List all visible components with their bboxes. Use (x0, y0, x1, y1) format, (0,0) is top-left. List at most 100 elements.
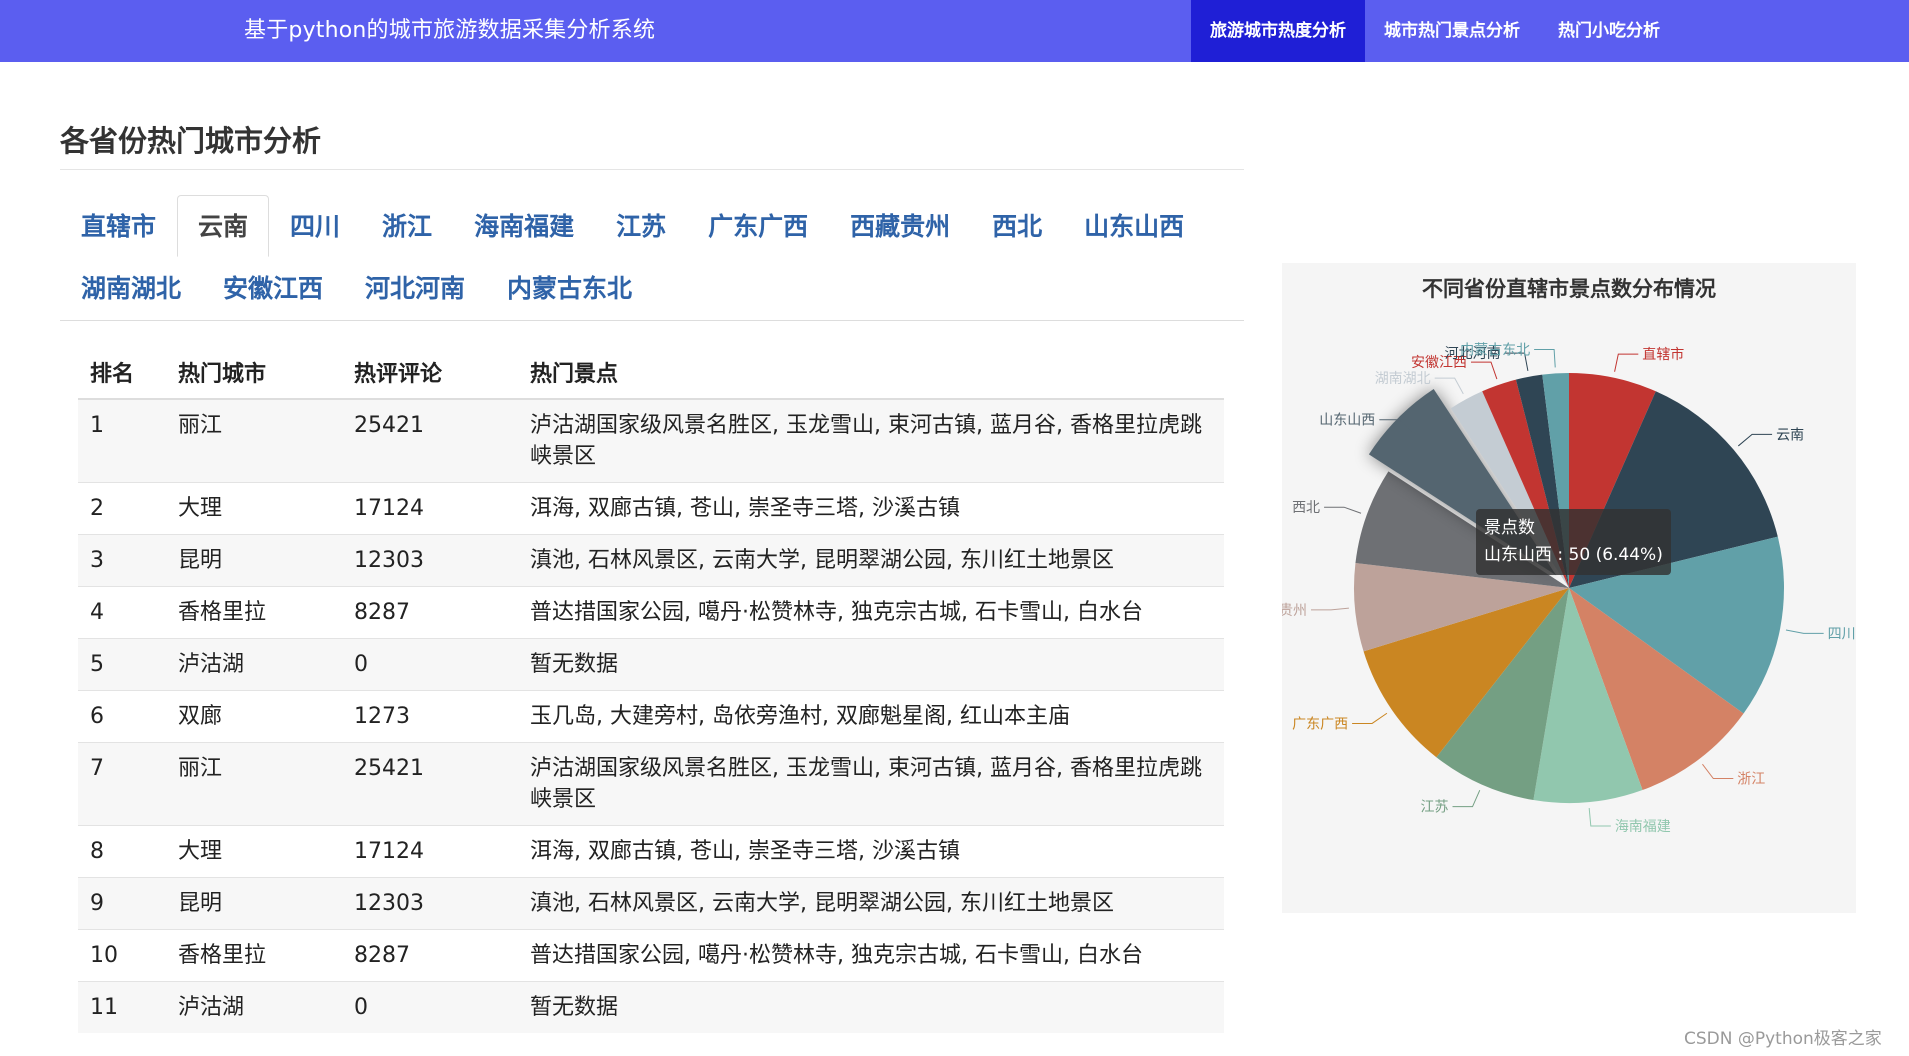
pie-label-line (1471, 361, 1498, 380)
tabs-divider (60, 320, 1244, 321)
cell-attractions: 暂无数据 (518, 638, 1224, 691)
table-row: 3 昆明 12303 滇池, 石林风景区, 云南大学, 昆明翠湖公园, 东川红土地景区 (78, 534, 1224, 587)
cell-comments: 12303 (342, 877, 518, 930)
cell-comments: 17124 (342, 482, 518, 535)
tab-shandong-shanxi[interactable]: 山东山西 (1063, 195, 1205, 257)
header-city: 热门城市 (166, 346, 342, 400)
cell-comments: 17124 (342, 825, 518, 878)
province-tabs: 直辖市 云南 四川 浙江 海南福建 江苏 广东广西 西藏贵州 西北 山东山西 湖… (60, 195, 1244, 319)
pie-label-line (1434, 377, 1464, 395)
tab-municipality[interactable]: 直辖市 (60, 195, 177, 257)
table-row: 1 丽江 25421 泸沽湖国家级风景名胜区, 玉龙雪山, 束河古镇, 蓝月谷, 香格… (78, 398, 1224, 483)
cell-attractions: 洱海, 双廊古镇, 苍山, 崇圣寺三塔, 沙溪古镇 (518, 825, 1224, 878)
table-row: 6 双廊 1273 玉几岛, 大建旁村, 岛依旁渔村, 双廊魁星阁, 红山本主庙 (78, 690, 1224, 743)
tab-neimenggu-dongbei[interactable]: 内蒙古东北 (486, 257, 653, 319)
top-navbar: 基于python的城市旅游数据采集分析系统 旅游城市热度分析 城市热门景点分析 … (0, 0, 1909, 62)
cell-attractions: 暂无数据 (518, 981, 1224, 1033)
cell-rank: 4 (78, 586, 166, 639)
pie-label-line (1352, 712, 1388, 724)
pie-label: 湖南湖北 (1375, 371, 1431, 387)
page-title: 各省份热门城市分析 (60, 124, 322, 158)
table-body: 1 丽江 25421 泸沽湖国家级风景名胜区, 玉龙雪山, 束河古镇, 蓝月谷, 香格… (78, 398, 1224, 1033)
cell-city: 丽江 (166, 742, 342, 826)
pie-label: 四川 (1828, 626, 1856, 642)
cell-city: 大理 (166, 825, 342, 878)
tab-zhejiang[interactable]: 浙江 (361, 195, 453, 257)
pie-label: 内蒙古东北 (1460, 342, 1530, 358)
cell-attractions: 泸沽湖国家级风景名胜区, 玉龙雪山, 束河古镇, 蓝月谷, 香格里拉虎跳峡景区 (518, 742, 1224, 826)
tooltip-text: 山东山西 : 50 (6.44%) (1484, 545, 1663, 565)
nav-link-snacks[interactable]: 热门小吃分析 (1539, 0, 1679, 62)
title-divider (60, 169, 1244, 170)
nav-links: 旅游城市热度分析 城市热门景点分析 热门小吃分析 (1191, 0, 1679, 62)
cell-attractions: 泸沽湖国家级风景名胜区, 玉龙雪山, 束河古镇, 蓝月谷, 香格里拉虎跳峡景区 (518, 398, 1224, 483)
pie-label: 西藏贵州 (1282, 603, 1307, 619)
cell-comments: 25421 (342, 398, 518, 483)
pie-label-line (1614, 353, 1639, 372)
pie-label-line (1737, 433, 1773, 447)
cell-rank: 7 (78, 742, 166, 826)
cell-rank: 5 (78, 638, 166, 691)
cell-attractions: 玉几岛, 大建旁村, 岛依旁渔村, 双廊魁星阁, 红山本主庙 (518, 690, 1224, 743)
cell-rank: 8 (78, 825, 166, 878)
tab-sichuan[interactable]: 四川 (269, 195, 361, 257)
cell-city: 昆明 (166, 877, 342, 930)
tab-jiangsu[interactable]: 江苏 (595, 195, 687, 257)
tab-northwest[interactable]: 西北 (971, 195, 1063, 257)
tab-hunan-hubei[interactable]: 湖南湖北 (60, 257, 202, 319)
table-row: 2 大理 17124 洱海, 双廊古镇, 苍山, 崇圣寺三塔, 沙溪古镇 (78, 482, 1224, 535)
table-header-row: 排名 热门城市 热评评论 热门景点 (78, 346, 1224, 400)
pie-label-line (1534, 348, 1556, 368)
cell-rank: 9 (78, 877, 166, 930)
hot-cities-table: 排名 热门城市 热评评论 热门景点 1 丽江 25421 泸沽湖国家级风景名胜区, 玉… (78, 346, 1224, 1033)
tab-anhui-jiangxi[interactable]: 安徽江西 (202, 257, 344, 319)
pie-label: 广东广西 (1292, 716, 1348, 732)
pie-label-line (1785, 629, 1824, 634)
cell-rank: 11 (78, 981, 166, 1033)
tab-tibet-guizhou[interactable]: 西藏贵州 (829, 195, 971, 257)
cell-attractions: 普达措国家公园, 噶丹·松赞林寺, 独克宗古城, 石卡雪山, 白水台 (518, 586, 1224, 639)
cell-comments: 8287 (342, 586, 518, 639)
pie-label-line (1324, 506, 1362, 514)
cell-comments: 25421 (342, 742, 518, 826)
cell-comments: 0 (342, 638, 518, 691)
cell-attractions: 普达措国家公园, 噶丹·松赞林寺, 独克宗古城, 石卡雪山, 白水台 (518, 929, 1224, 982)
pie-label: 西北 (1292, 500, 1320, 516)
cell-rank: 1 (78, 398, 166, 483)
cell-city: 双廊 (166, 690, 342, 743)
cell-rank: 3 (78, 534, 166, 587)
chart-title: 不同省份直辖市景点数分布情况 (1422, 277, 1716, 301)
table-row: 7 丽江 25421 泸沽湖国家级风景名胜区, 玉龙雪山, 束河古镇, 蓝月谷, 香格… (78, 742, 1224, 826)
cell-city: 香格里拉 (166, 929, 342, 982)
header-rank: 排名 (78, 346, 166, 400)
cell-comments: 0 (342, 981, 518, 1033)
table-row: 9 昆明 12303 滇池, 石林风景区, 云南大学, 昆明翠湖公园, 东川红土地景区 (78, 877, 1224, 930)
table-row: 10 香格里拉 8287 普达措国家公园, 噶丹·松赞林寺, 独克宗古城, 石卡雪山,… (78, 929, 1224, 982)
table-row: 8 大理 17124 洱海, 双廊古镇, 苍山, 崇圣寺三塔, 沙溪古镇 (78, 825, 1224, 878)
app-brand[interactable]: 基于python的城市旅游数据采集分析系统 (244, 0, 655, 62)
cell-city: 香格里拉 (166, 586, 342, 639)
pie-label-line (1702, 763, 1734, 780)
tab-hebei-henan[interactable]: 河北河南 (344, 257, 486, 319)
tab-guangdong-guangxi[interactable]: 广东广西 (687, 195, 829, 257)
pie-label-line (1310, 607, 1349, 611)
pie-label: 直辖市 (1642, 346, 1684, 363)
pie-label: 江苏 (1421, 800, 1449, 816)
tab-hainan-fujian[interactable]: 海南福建 (453, 195, 595, 257)
cell-comments: 12303 (342, 534, 518, 587)
cell-city: 泸沽湖 (166, 638, 342, 691)
cell-attractions: 滇池, 石林风景区, 云南大学, 昆明翠湖公园, 东川红土地景区 (518, 877, 1224, 930)
nav-link-city-heat[interactable]: 旅游城市热度分析 (1191, 0, 1365, 62)
pie-label-line (1452, 789, 1481, 808)
cell-city: 泸沽湖 (166, 981, 342, 1033)
cell-city: 丽江 (166, 398, 342, 483)
cell-rank: 10 (78, 929, 166, 982)
nav-link-hot-attractions[interactable]: 城市热门景点分析 (1365, 0, 1539, 62)
watermark: CSDN @Python极客之家 (1684, 1029, 1882, 1049)
tab-yunnan[interactable]: 云南 (177, 195, 270, 257)
cell-comments: 8287 (342, 929, 518, 982)
header-comments: 热评评论 (342, 346, 518, 400)
tooltip-title: 景点数 (1484, 518, 1535, 538)
cell-attractions: 滇池, 石林风景区, 云南大学, 昆明翠湖公园, 东川红土地景区 (518, 534, 1224, 587)
cell-rank: 6 (78, 690, 166, 743)
